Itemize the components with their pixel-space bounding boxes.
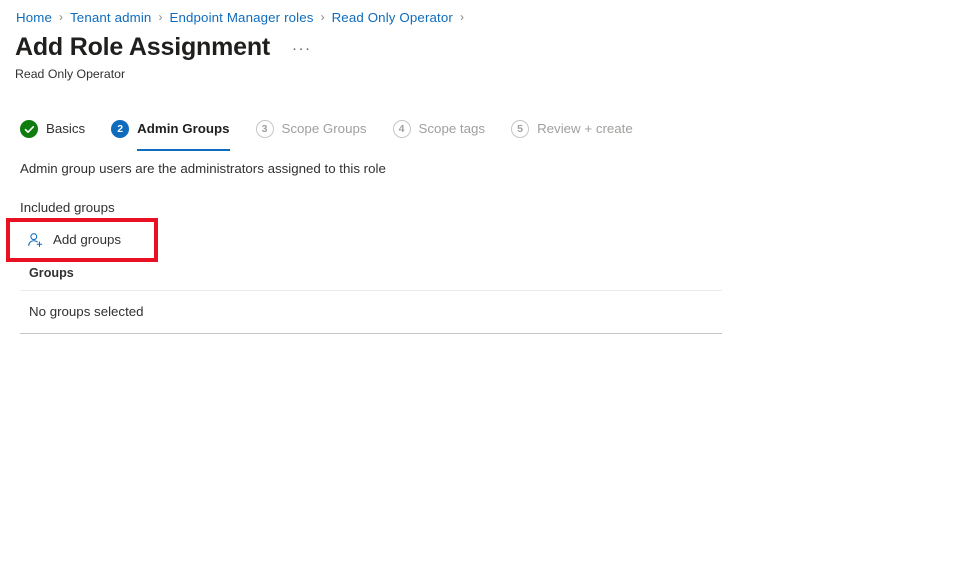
section-description: Admin group users are the administrators… <box>20 161 386 176</box>
add-groups-button-label: Add groups <box>53 232 122 247</box>
add-groups-button[interactable]: Add groups <box>26 229 121 251</box>
wizard-step-label: Scope Groups <box>281 121 367 136</box>
groups-table: Groups No groups selected <box>20 265 722 334</box>
wizard-step-admin-groups[interactable]: 2 Admin Groups <box>111 117 230 151</box>
wizard-step-review-create[interactable]: 5 Review + create <box>511 117 633 141</box>
breadcrumb-item-tenant-admin[interactable]: Tenant admin <box>70 10 151 25</box>
active-step-underline <box>137 149 230 151</box>
chevron-right-icon: › <box>320 10 325 24</box>
chevron-right-icon: › <box>158 10 163 24</box>
wizard-step-label: Scope tags <box>418 121 486 136</box>
breadcrumb-item-endpoint-manager-roles[interactable]: Endpoint Manager roles <box>169 10 313 25</box>
check-circle-icon <box>20 120 38 138</box>
wizard-step-label: Review + create <box>537 121 633 136</box>
breadcrumb: Home › Tenant admin › Endpoint Manager r… <box>16 7 471 27</box>
wizard-step-label: Basics <box>46 121 86 136</box>
person-add-icon <box>26 231 44 249</box>
breadcrumb-item-read-only-operator[interactable]: Read Only Operator <box>332 10 453 25</box>
wizard-step-label: Admin Groups <box>137 121 230 136</box>
page-title: Add Role Assignment <box>15 33 271 61</box>
table-column-header-groups: Groups <box>20 265 722 291</box>
chevron-right-icon: › <box>459 10 464 24</box>
wizard-step-basics[interactable]: Basics <box>20 117 85 141</box>
wizard-step-scope-groups[interactable]: 3 Scope Groups <box>255 117 367 141</box>
step-number-badge: 2 <box>111 120 130 138</box>
page-header: Add Role Assignment ··· <box>15 31 312 63</box>
page-subtitle: Read Only Operator <box>15 67 126 81</box>
table-row: No groups selected <box>20 291 722 334</box>
more-actions-icon[interactable]: ··· <box>292 39 312 63</box>
step-number-badge: 3 <box>255 120 274 138</box>
step-number-badge: 5 <box>511 120 530 138</box>
chevron-right-icon: › <box>59 10 64 24</box>
step-number-badge: 4 <box>392 120 411 138</box>
included-groups-label: Included groups <box>20 200 115 215</box>
wizard-step-scope-tags[interactable]: 4 Scope tags <box>392 117 486 141</box>
breadcrumb-item-home[interactable]: Home <box>16 10 52 25</box>
wizard-steps: Basics 2 Admin Groups 3 Scope Groups 4 S… <box>20 117 633 151</box>
